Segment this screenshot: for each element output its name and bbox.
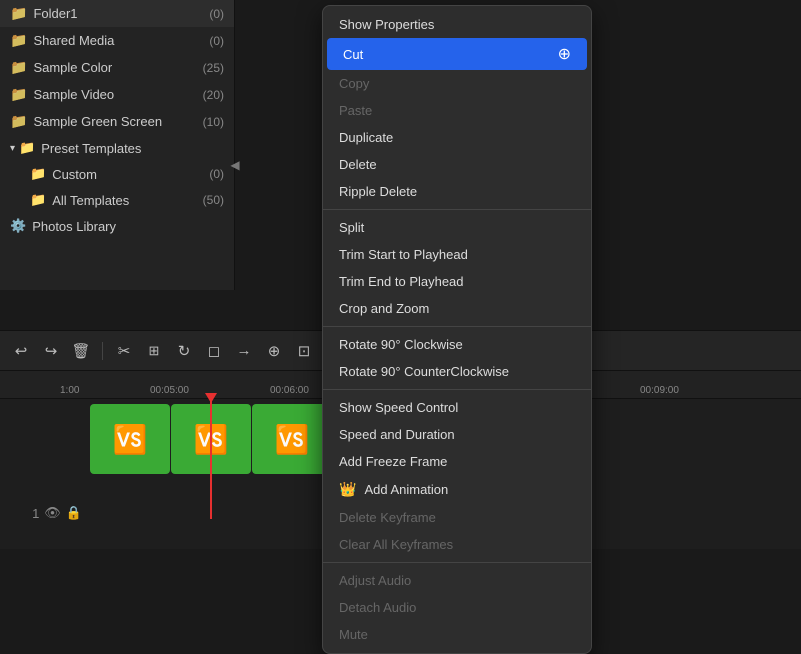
arrow-button[interactable]: → (233, 340, 255, 362)
sidebar-item-count: (0) (209, 34, 224, 48)
ctx-delete-keyframe: Delete Keyframe (323, 504, 591, 531)
ctx-rotate-cw[interactable]: Rotate 90° Clockwise (323, 331, 591, 358)
ctx-separator-4 (323, 562, 591, 563)
rotate-button[interactable]: ↻ (173, 340, 195, 362)
sidebar-item-shared-media[interactable]: 📁 Shared Media (0) (0, 27, 234, 54)
chevron-down-icon: ▾ (10, 143, 15, 154)
ctx-split[interactable]: Split (323, 214, 591, 241)
sidebar-item-count: (50) (203, 193, 224, 207)
ctx-copy: Copy (323, 70, 591, 97)
sidebar: 📁 Folder1 (0) 📁 Shared Media (0) 📁 Sampl… (0, 0, 235, 290)
ctx-crop-zoom[interactable]: Crop and Zoom (323, 295, 591, 322)
folder-icon: 📁 (10, 86, 27, 103)
folder-icon: 📁 (10, 5, 27, 22)
sidebar-item-sample-green[interactable]: 📁 Sample Green Screen (10) (0, 108, 234, 135)
folder-icon: 📁 (30, 192, 46, 208)
sidebar-item-label: Shared Media (33, 33, 114, 48)
toolbar-separator (102, 342, 103, 360)
clip-3[interactable]: 🆚 (252, 404, 332, 474)
ctx-detach-audio: Detach Audio (323, 594, 591, 621)
crop-button[interactable]: ⊞ (143, 340, 165, 362)
crown-icon: 👑 (339, 481, 356, 498)
clip-thumb-3: 🆚 (252, 404, 332, 474)
ctx-adjust-audio: Adjust Audio (323, 567, 591, 594)
sidebar-item-count: (20) (203, 88, 224, 102)
sidebar-item-all-templates[interactable]: 📁 All Templates (50) (0, 187, 234, 213)
ruler-mark-6: 00:09:00 (640, 371, 679, 399)
ctx-freeze-frame[interactable]: Add Freeze Frame (323, 448, 591, 475)
clip-1[interactable]: 🆚 (90, 404, 170, 474)
ruler-mark-2: 00:05:00 (150, 371, 189, 399)
undo-button[interactable]: ↩ (10, 340, 32, 362)
sidebar-item-count: (10) (203, 115, 224, 129)
ctx-duplicate[interactable]: Duplicate (323, 124, 591, 151)
add-button[interactable]: ⊕ (263, 340, 285, 362)
ctx-trim-start[interactable]: Trim Start to Playhead (323, 241, 591, 268)
delete-button[interactable]: 🗑 (70, 340, 92, 362)
grid-button[interactable]: ⊡ (293, 340, 315, 362)
sidebar-item-count: (25) (203, 61, 224, 75)
ruler-mark-1: 1:00 (60, 371, 79, 399)
track-label-video: 1 👁 🔒 (0, 478, 90, 548)
gear-icon: ⚙️ (10, 218, 26, 234)
context-menu: Show Properties Cut ⊕ Copy Paste Duplica… (322, 5, 592, 654)
ctx-clear-keyframes: Clear All Keyframes (323, 531, 591, 558)
ctx-trim-end[interactable]: Trim End to Playhead (323, 268, 591, 295)
ruler-mark-3: 00:06:00 (270, 371, 309, 399)
sidebar-item-label: Photos Library (32, 219, 116, 234)
ctx-speed-duration[interactable]: Speed and Duration (323, 421, 591, 448)
folder-icon: 📁 (10, 59, 27, 76)
ctx-cut[interactable]: Cut ⊕ (327, 38, 587, 70)
sidebar-item-label: Preset Templates (41, 141, 141, 156)
ctx-separator-1 (323, 209, 591, 210)
track-number: 1 (32, 506, 39, 521)
playhead[interactable] (210, 399, 212, 519)
sidebar-item-custom[interactable]: 📁 Custom (0) (0, 161, 234, 187)
sidebar-item-folder1[interactable]: 📁 Folder1 (0) (0, 0, 234, 27)
cut-button[interactable]: ✂ (113, 340, 135, 362)
ctx-separator-2 (323, 326, 591, 327)
ctx-show-properties[interactable]: Show Properties (323, 11, 591, 38)
sidebar-item-label: Sample Color (33, 60, 112, 75)
ctx-mute: Mute (323, 621, 591, 648)
sidebar-item-sample-video[interactable]: 📁 Sample Video (20) (0, 81, 234, 108)
ctx-speed-control[interactable]: Show Speed Control (323, 394, 591, 421)
folder-icon: 📁 (10, 32, 27, 49)
sidebar-item-count: (0) (209, 167, 224, 181)
sidebar-item-label: Folder1 (33, 6, 77, 21)
eye-icon[interactable]: 👁 (44, 505, 61, 521)
clip-thumb-1: 🆚 (90, 404, 170, 474)
sidebar-item-label: Custom (52, 167, 97, 182)
sidebar-item-preset-templates[interactable]: ▾ 📁 Preset Templates (0, 135, 234, 161)
sidebar-collapse-arrow[interactable]: ◀ (228, 155, 242, 175)
lock-icon[interactable]: 🔒 (66, 505, 82, 521)
sidebar-item-label: Sample Video (33, 87, 114, 102)
ctx-paste: Paste (323, 97, 591, 124)
sidebar-item-count: (0) (209, 7, 224, 21)
ctx-ripple-delete[interactable]: Ripple Delete (323, 178, 591, 205)
sidebar-item-label: Sample Green Screen (33, 114, 162, 129)
ctx-add-animation[interactable]: 👑 Add Animation (323, 475, 591, 504)
ctx-separator-3 (323, 389, 591, 390)
redo-button[interactable]: ↪ (40, 340, 62, 362)
ctx-rotate-ccw[interactable]: Rotate 90° CounterClockwise (323, 358, 591, 385)
ctx-delete[interactable]: Delete (323, 151, 591, 178)
folder-icon: 📁 (10, 113, 27, 130)
sidebar-item-sample-color[interactable]: 📁 Sample Color (25) (0, 54, 234, 81)
cursor-move-icon: ⊕ (558, 44, 571, 64)
transform-button[interactable]: ◻ (203, 340, 225, 362)
sidebar-item-photos-library[interactable]: ⚙️ Photos Library (0, 213, 234, 239)
folder-icon: 📁 (30, 166, 46, 182)
folder-icon: 📁 (19, 140, 35, 156)
sidebar-item-label: All Templates (52, 193, 129, 208)
